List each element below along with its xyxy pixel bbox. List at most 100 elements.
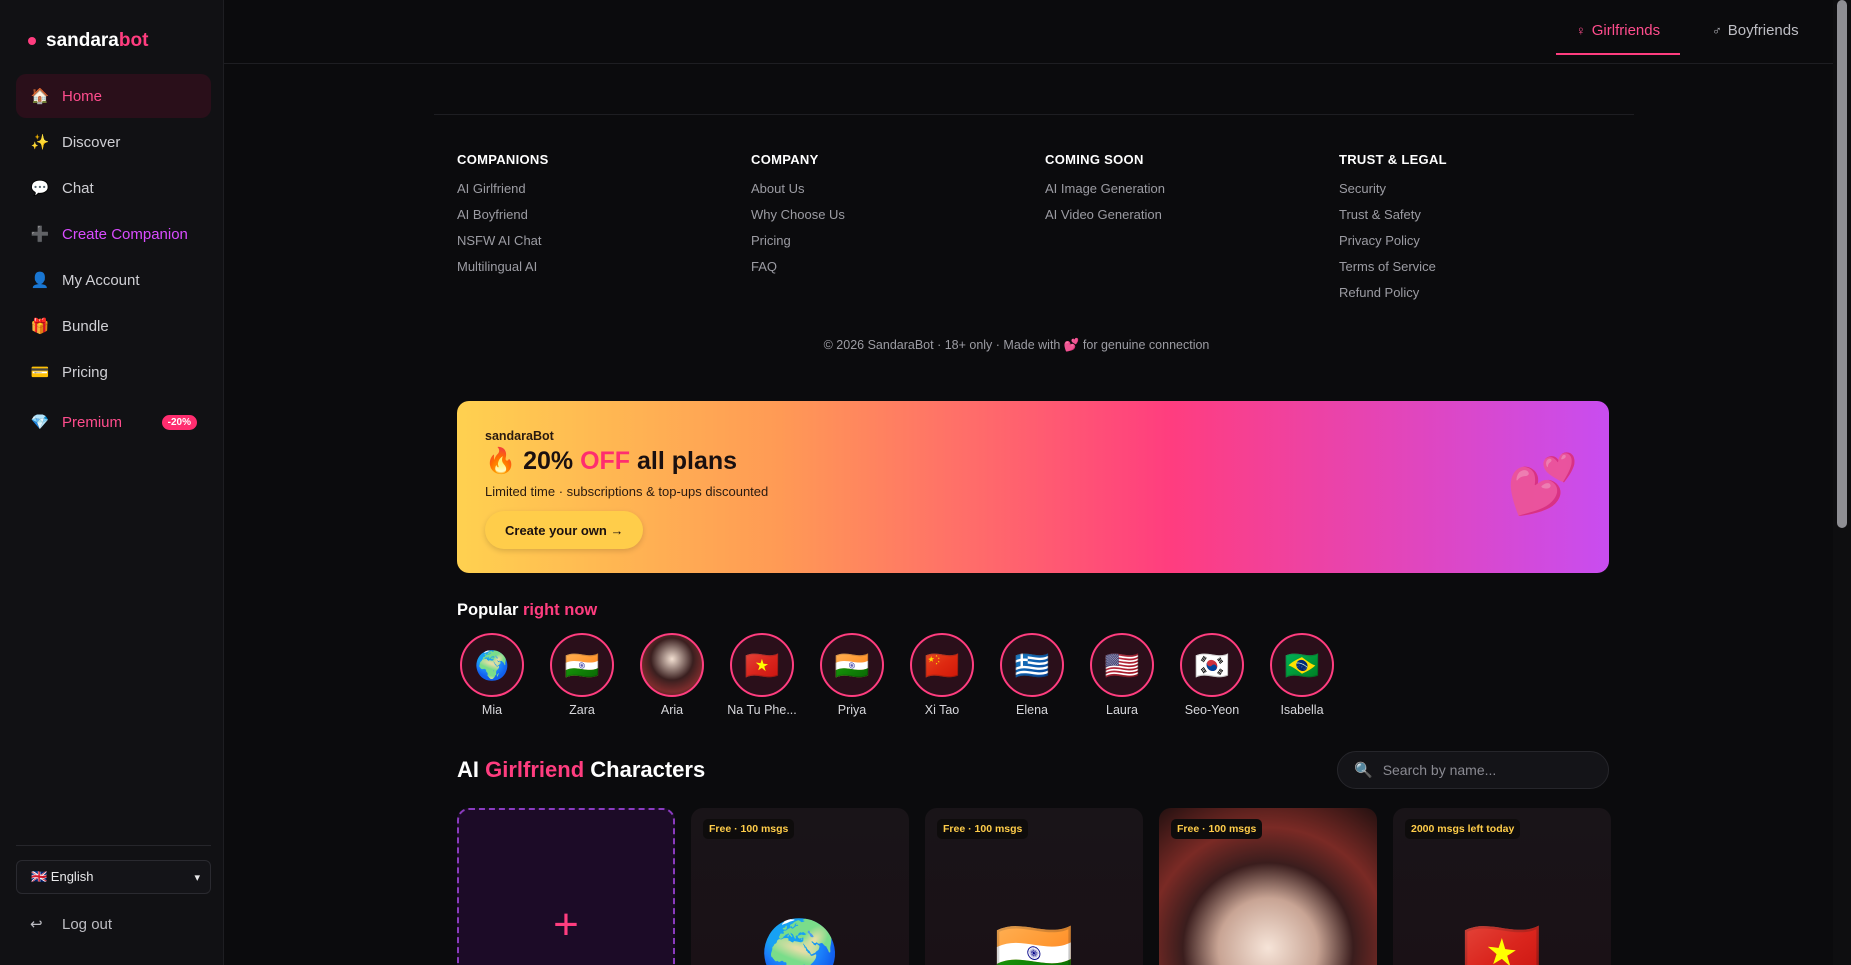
character-card[interactable]: Free · 100 msgs 🇮🇳	[925, 808, 1143, 965]
footer-link[interactable]: AI Boyfriend	[457, 207, 751, 222]
hearts-icon: 💕	[1506, 452, 1579, 517]
footer-divider	[434, 114, 1634, 115]
logout-icon: ↩	[30, 916, 43, 933]
search-box[interactable]: 🔍	[1337, 751, 1609, 789]
scrollbar-thumb[interactable]	[1837, 0, 1847, 528]
footer-link[interactable]: Terms of Service	[1339, 259, 1633, 274]
footer-link[interactable]: Privacy Policy	[1339, 233, 1633, 248]
footer-column-title: COMPANIONS	[457, 152, 549, 167]
footer-column-company: COMPANY About Us Why Choose Us Pricing F…	[751, 152, 1045, 311]
sidebar-item-label: Chat	[62, 179, 94, 197]
avatar-name: Mia	[481, 703, 503, 717]
search-input[interactable]	[1382, 762, 1583, 778]
popular-title-accent: right now	[523, 601, 598, 619]
footer-link[interactable]: AI Video Generation	[1045, 207, 1339, 222]
card-icon: 💳	[30, 364, 50, 381]
brazil-flag-icon: 🇧🇷	[1270, 633, 1334, 697]
sidebar-item-chat[interactable]: 💬 Chat	[16, 166, 211, 210]
avatar-elena[interactable]: 🇬🇷 Elena	[999, 633, 1065, 717]
tab-boyfriends[interactable]: ♂ Boyfriends	[1702, 22, 1809, 39]
avatar-seo-yeon[interactable]: 🇰🇷 Seo-Yeon	[1179, 633, 1245, 717]
footer-link[interactable]: Trust & Safety	[1339, 207, 1633, 222]
footer-link[interactable]: AI Image Generation	[1045, 181, 1339, 196]
gift-icon: 🎁	[30, 318, 50, 335]
footer-link[interactable]: Security	[1339, 181, 1633, 196]
diamond-icon: 💎	[30, 414, 50, 431]
create-your-own-button[interactable]: Create your own →	[485, 511, 644, 549]
avatar-name: Seo-Yeon	[1184, 703, 1240, 717]
plus-icon: ➕	[30, 226, 50, 243]
character-card[interactable]: 2000 msgs left today 🇻🇳	[1393, 808, 1611, 965]
footer-column-title: TRUST & LEGAL	[1339, 152, 1447, 167]
globe-icon: 🌍	[460, 633, 524, 697]
footer-link[interactable]: AI Girlfriend	[457, 181, 751, 196]
globe-icon: 🌍	[760, 917, 840, 965]
characters-title-accent: Girlfriend	[485, 757, 585, 782]
tab-girlfriends[interactable]: ♀ Girlfriends	[1556, 22, 1681, 55]
popular-title-pre: Popular	[457, 601, 524, 619]
avatar-laura[interactable]: 🇺🇸 Laura	[1089, 633, 1155, 717]
avatar-mia[interactable]: 🌍 Mia	[459, 633, 525, 717]
sidebar-item-label: Create Companion	[62, 225, 188, 243]
character-card[interactable]: Free · 100 msgs	[1159, 808, 1377, 965]
footer-link[interactable]: Multilingual AI	[457, 259, 751, 274]
avatar-na-tu-phe[interactable]: 🇻🇳 Na Tu Phe...	[727, 633, 797, 717]
sidebar-item-label: Bundle	[62, 317, 109, 335]
create-companion-card[interactable]: +	[457, 808, 675, 965]
sidebar-nav: 🏠 Home ✨ Discover 💬 Chat ➕ Create Compan…	[16, 74, 211, 446]
logo-suffix: bot	[118, 30, 149, 51]
character-card[interactable]: Free · 100 msgs 🌍	[691, 808, 909, 965]
sidebar-item-label: Discover	[62, 133, 121, 151]
sidebar-item-pricing[interactable]: 💳 Pricing	[16, 350, 211, 394]
avatar-image	[640, 633, 704, 697]
footer-link[interactable]: Why Choose Us	[751, 207, 1045, 222]
card-tag: Free · 100 msgs	[1171, 819, 1263, 839]
footer-column-title: COMPANY	[751, 152, 819, 167]
sidebar-item-discover[interactable]: ✨ Discover	[16, 120, 211, 164]
characters-title-pre: AI	[457, 757, 486, 782]
sidebar-item-my-account[interactable]: 👤 My Account	[16, 258, 211, 302]
sidebar-item-home[interactable]: 🏠 Home	[16, 74, 211, 118]
footer-link[interactable]: Refund Policy	[1339, 285, 1633, 300]
footer-link[interactable]: FAQ	[751, 259, 1045, 274]
vietnam-flag-icon: 🇻🇳	[730, 633, 794, 697]
sidebar-item-bundle[interactable]: 🎁 Bundle	[16, 304, 211, 348]
sidebar-item-create-companion[interactable]: ➕ Create Companion	[16, 212, 211, 256]
avatar-priya[interactable]: 🇮🇳 Priya	[819, 633, 885, 717]
footer-link[interactable]: About Us	[751, 181, 1045, 196]
usa-flag-icon: 🇺🇸	[1090, 633, 1154, 697]
sidebar-item-label: Pricing	[62, 363, 108, 381]
avatar-xi-tao[interactable]: 🇨🇳 Xi Tao	[909, 633, 975, 717]
card-tag: Free · 100 msgs	[703, 819, 795, 839]
sidebar-item-premium[interactable]: 💎 Premium -20%	[16, 400, 211, 444]
promo-brand: sandaraBot	[485, 429, 554, 443]
character-cards: + Free · 100 msgs 🌍 Free · 100 msgs 🇮🇳 F…	[457, 808, 1627, 965]
logo-dot-icon	[28, 37, 36, 45]
promo-headline-off: OFF	[580, 447, 631, 475]
characters-title: AI Girlfriend Characters	[457, 757, 705, 783]
language-select[interactable]: 🇬🇧 English ▾	[16, 860, 211, 894]
promo-headline-post: all plans	[630, 447, 738, 475]
copyright: © 2026 SandaraBot · 18+ only · Made with…	[823, 338, 1210, 352]
india-flag-icon: 🇮🇳	[994, 917, 1074, 965]
avatar-isabella[interactable]: 🇧🇷 Isabella	[1269, 633, 1335, 717]
footer-link[interactable]: Pricing	[751, 233, 1045, 248]
footer-columns: COMPANIONS AI Girlfriend AI Boyfriend NS…	[457, 152, 1637, 311]
india-flag-icon: 🇮🇳	[820, 633, 884, 697]
tab-label: Girlfriends	[1591, 22, 1661, 39]
chat-icon: 💬	[30, 180, 50, 197]
sidebar-divider	[16, 845, 211, 846]
footer-column-companions: COMPANIONS AI Girlfriend AI Boyfriend NS…	[457, 152, 751, 311]
avatar-zara[interactable]: 🇮🇳 Zara	[549, 633, 615, 717]
chevron-down-icon: ▾	[194, 871, 200, 884]
card-tag: Free · 100 msgs	[937, 819, 1029, 839]
avatar-name: Zara	[569, 703, 595, 717]
promo-subtitle: Limited time · subscriptions & top-ups d…	[485, 484, 769, 499]
greece-flag-icon: 🇬🇷	[1000, 633, 1064, 697]
scrollbar[interactable]	[1833, 0, 1851, 965]
plus-icon: +	[553, 900, 579, 949]
footer-link[interactable]: NSFW AI Chat	[457, 233, 751, 248]
logout-button[interactable]: ↩ Log out	[30, 915, 112, 934]
avatar-aria[interactable]: Aria	[639, 633, 705, 717]
logo[interactable]: sandara bot	[28, 30, 148, 52]
